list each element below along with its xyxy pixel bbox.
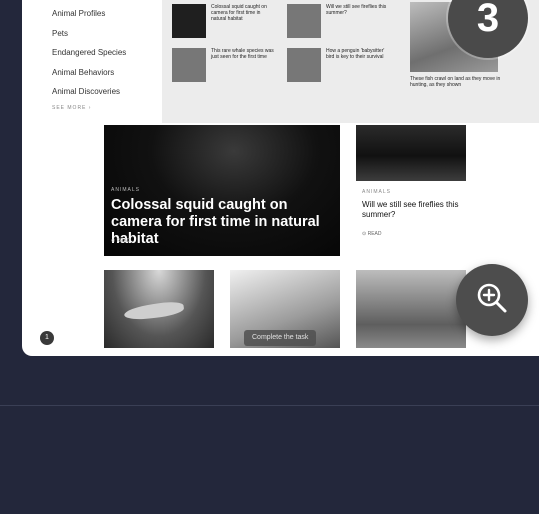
mini-article-title: Colossal squid caught on camera for firs…	[211, 4, 267, 22]
mini-article[interactable]: This rare whale species was just seen fo…	[172, 48, 275, 82]
sidebar-item-pets[interactable]: Pets	[52, 24, 162, 44]
divider	[0, 405, 539, 406]
side-article-meta: ⊙ READ	[362, 231, 382, 237]
mini-article-title: This rare whale species was just seen fo…	[211, 48, 274, 60]
hero-headline[interactable]: Colossal squid caught on camera for firs…	[111, 197, 336, 248]
sidebar-item-animal-behaviors[interactable]: Animal Behaviors	[52, 63, 162, 83]
zoom-button[interactable]	[456, 264, 528, 336]
side-article-kicker: ANIMALS	[362, 189, 391, 195]
see-more-link[interactable]: SEE MORE ›	[52, 105, 162, 111]
mini-article-title: How a penguin 'babysitter' bird is key t…	[326, 48, 385, 60]
article-tile-flowers[interactable]	[356, 270, 466, 348]
hero-meta: ⊙ READ	[111, 238, 131, 244]
hero-kicker: ANIMALS	[111, 187, 140, 193]
page-indicator: 1	[40, 331, 54, 345]
tooltip: Complete the task	[244, 330, 317, 346]
sidebar-nav: Animal Profiles Pets Endangered Species …	[52, 4, 162, 111]
mini-article[interactable]: Colossal squid caught on camera for firs…	[172, 4, 275, 38]
mini-article-thumb	[287, 48, 321, 82]
mini-article-thumb	[287, 4, 321, 38]
mini-article-title: Will we still see fireflies this summer?	[326, 4, 387, 16]
article-tile-shark[interactable]	[104, 270, 214, 348]
side-article-image[interactable]	[356, 125, 466, 181]
feature-caption: These fish crawl on land as they move in…	[410, 76, 501, 88]
side-article-title[interactable]: Will we still see fireflies this summer?	[362, 200, 462, 220]
sidebar-item-endangered-species[interactable]: Endangered Species	[52, 43, 162, 63]
mini-article-thumb	[172, 48, 206, 82]
shark-shape	[123, 299, 185, 323]
mini-article[interactable]: How a penguin 'babysitter' bird is key t…	[287, 48, 390, 82]
mini-article[interactable]: Will we still see fireflies this summer?	[287, 4, 390, 38]
zoom-in-icon	[475, 281, 509, 320]
hero-article[interactable]: ANIMALS Colossal squid caught on camera …	[104, 125, 340, 256]
sidebar-item-animal-profiles[interactable]: Animal Profiles	[52, 4, 162, 24]
sidebar-item-animal-discoveries[interactable]: Animal Discoveries	[52, 82, 162, 102]
mini-article-thumb	[172, 4, 206, 38]
